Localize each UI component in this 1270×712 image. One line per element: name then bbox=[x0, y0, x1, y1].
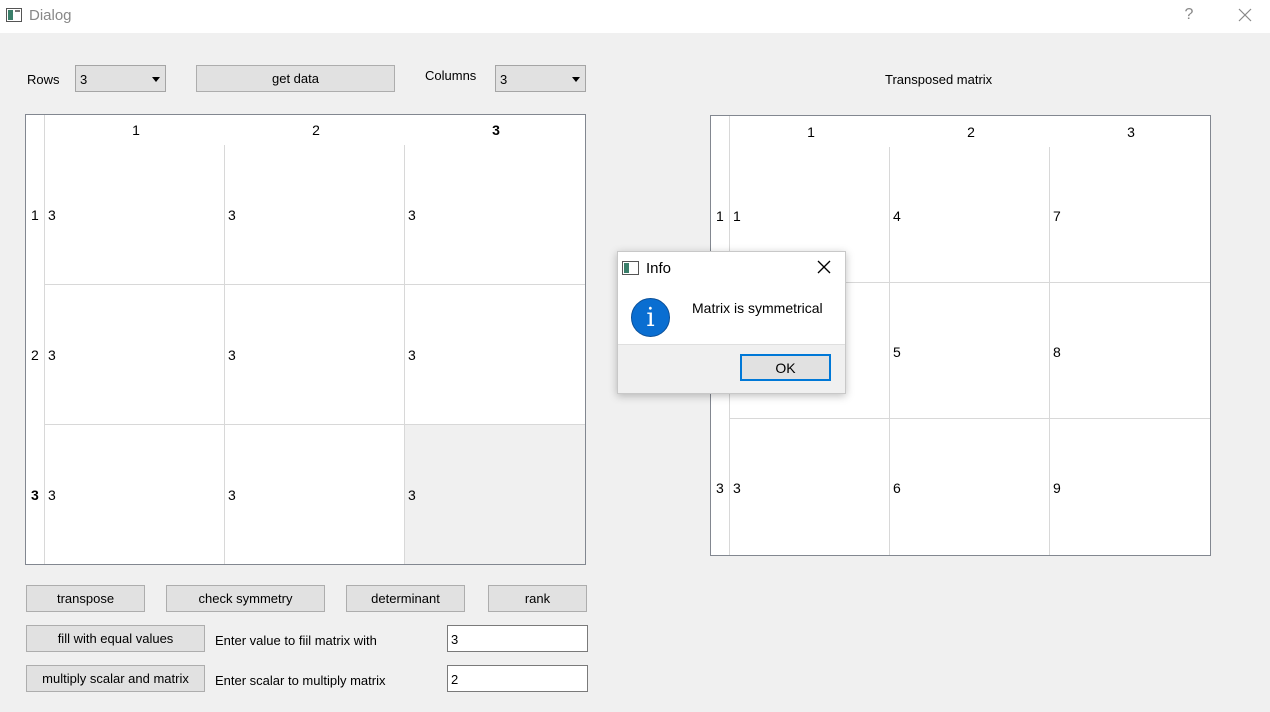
fill-equal-values-button[interactable]: fill with equal values bbox=[26, 625, 205, 652]
column-header[interactable]: 2 bbox=[226, 122, 406, 138]
matrix-table[interactable]: 1 2 3 1 2 3 3 3 3 3 3 3 3 3 3 bbox=[25, 114, 586, 565]
row-header[interactable]: 3 bbox=[716, 480, 724, 496]
dialog-message: Matrix is symmetrical bbox=[692, 300, 823, 316]
transposed-cell[interactable]: 9 bbox=[1050, 419, 1210, 555]
columns-select[interactable]: 3 bbox=[495, 65, 586, 92]
transpose-button[interactable]: transpose bbox=[26, 585, 145, 612]
scalar-input[interactable]: 2 bbox=[447, 665, 588, 692]
determinant-button[interactable]: determinant bbox=[346, 585, 465, 612]
multiply-scalar-button[interactable]: multiply scalar and matrix bbox=[26, 665, 205, 692]
dialog-title: Info bbox=[646, 260, 672, 277]
get-data-button[interactable]: get data bbox=[196, 65, 395, 92]
check-symmetry-button[interactable]: check symmetry bbox=[166, 585, 325, 612]
fill-value-input[interactable]: 3 bbox=[447, 625, 588, 652]
window-title: Dialog bbox=[29, 7, 72, 24]
rows-select[interactable]: 3 bbox=[75, 65, 166, 92]
ok-button[interactable]: OK bbox=[740, 354, 831, 381]
transposed-cell[interactable]: 8 bbox=[1050, 283, 1210, 419]
matrix-cell-selected[interactable]: 3 bbox=[405, 425, 585, 564]
transposed-cell[interactable]: 7 bbox=[1050, 147, 1210, 283]
matrix-cell[interactable]: 3 bbox=[45, 285, 225, 425]
columns-select-value: 3 bbox=[500, 72, 508, 87]
matrix-cell[interactable]: 3 bbox=[225, 285, 405, 425]
fill-value-label: Enter value to fiil matrix with bbox=[215, 633, 377, 648]
transposed-matrix-label: Transposed matrix bbox=[885, 72, 993, 87]
matrix-cell[interactable]: 3 bbox=[225, 425, 405, 564]
rows-label: Rows bbox=[27, 72, 60, 87]
transposed-cell[interactable]: 5 bbox=[890, 283, 1050, 419]
matrix-cell[interactable]: 3 bbox=[405, 145, 585, 285]
column-header[interactable]: 1 bbox=[46, 122, 226, 138]
rows-select-value: 3 bbox=[80, 72, 88, 87]
matrix-cell[interactable]: 3 bbox=[45, 145, 225, 285]
chevron-down-icon bbox=[572, 77, 580, 82]
matrix-cell[interactable]: 3 bbox=[225, 145, 405, 285]
column-header[interactable]: 1 bbox=[731, 124, 891, 140]
help-button[interactable]: ? bbox=[1182, 6, 1196, 24]
row-header[interactable]: 1 bbox=[716, 208, 724, 224]
row-header[interactable]: 1 bbox=[31, 207, 39, 223]
close-icon[interactable] bbox=[1236, 4, 1254, 26]
transposed-cell[interactable]: 6 bbox=[890, 419, 1050, 555]
title-bar: Dialog ? bbox=[0, 0, 1270, 33]
close-icon[interactable] bbox=[816, 259, 832, 275]
column-header[interactable]: 3 bbox=[1051, 124, 1211, 140]
row-header[interactable]: 3 bbox=[31, 487, 39, 503]
info-icon: i bbox=[631, 298, 670, 337]
transposed-cell[interactable]: 3 bbox=[730, 419, 890, 555]
dialog-app-icon bbox=[622, 261, 639, 275]
matrix-cell[interactable]: 3 bbox=[45, 425, 225, 564]
matrix-cell[interactable]: 3 bbox=[405, 285, 585, 425]
dialog-footer: OK bbox=[618, 344, 845, 393]
transposed-cell[interactable]: 4 bbox=[890, 147, 1050, 283]
chevron-down-icon bbox=[152, 77, 160, 82]
info-dialog[interactable]: Info i Matrix is symmetrical OK bbox=[617, 251, 846, 394]
columns-label: Columns bbox=[425, 68, 477, 83]
column-header[interactable]: 2 bbox=[891, 124, 1051, 140]
rank-button[interactable]: rank bbox=[488, 585, 587, 612]
scalar-label: Enter scalar to multiply matrix bbox=[215, 673, 386, 688]
column-header[interactable]: 3 bbox=[406, 122, 586, 138]
app-icon bbox=[6, 8, 22, 22]
row-header[interactable]: 2 bbox=[31, 347, 39, 363]
